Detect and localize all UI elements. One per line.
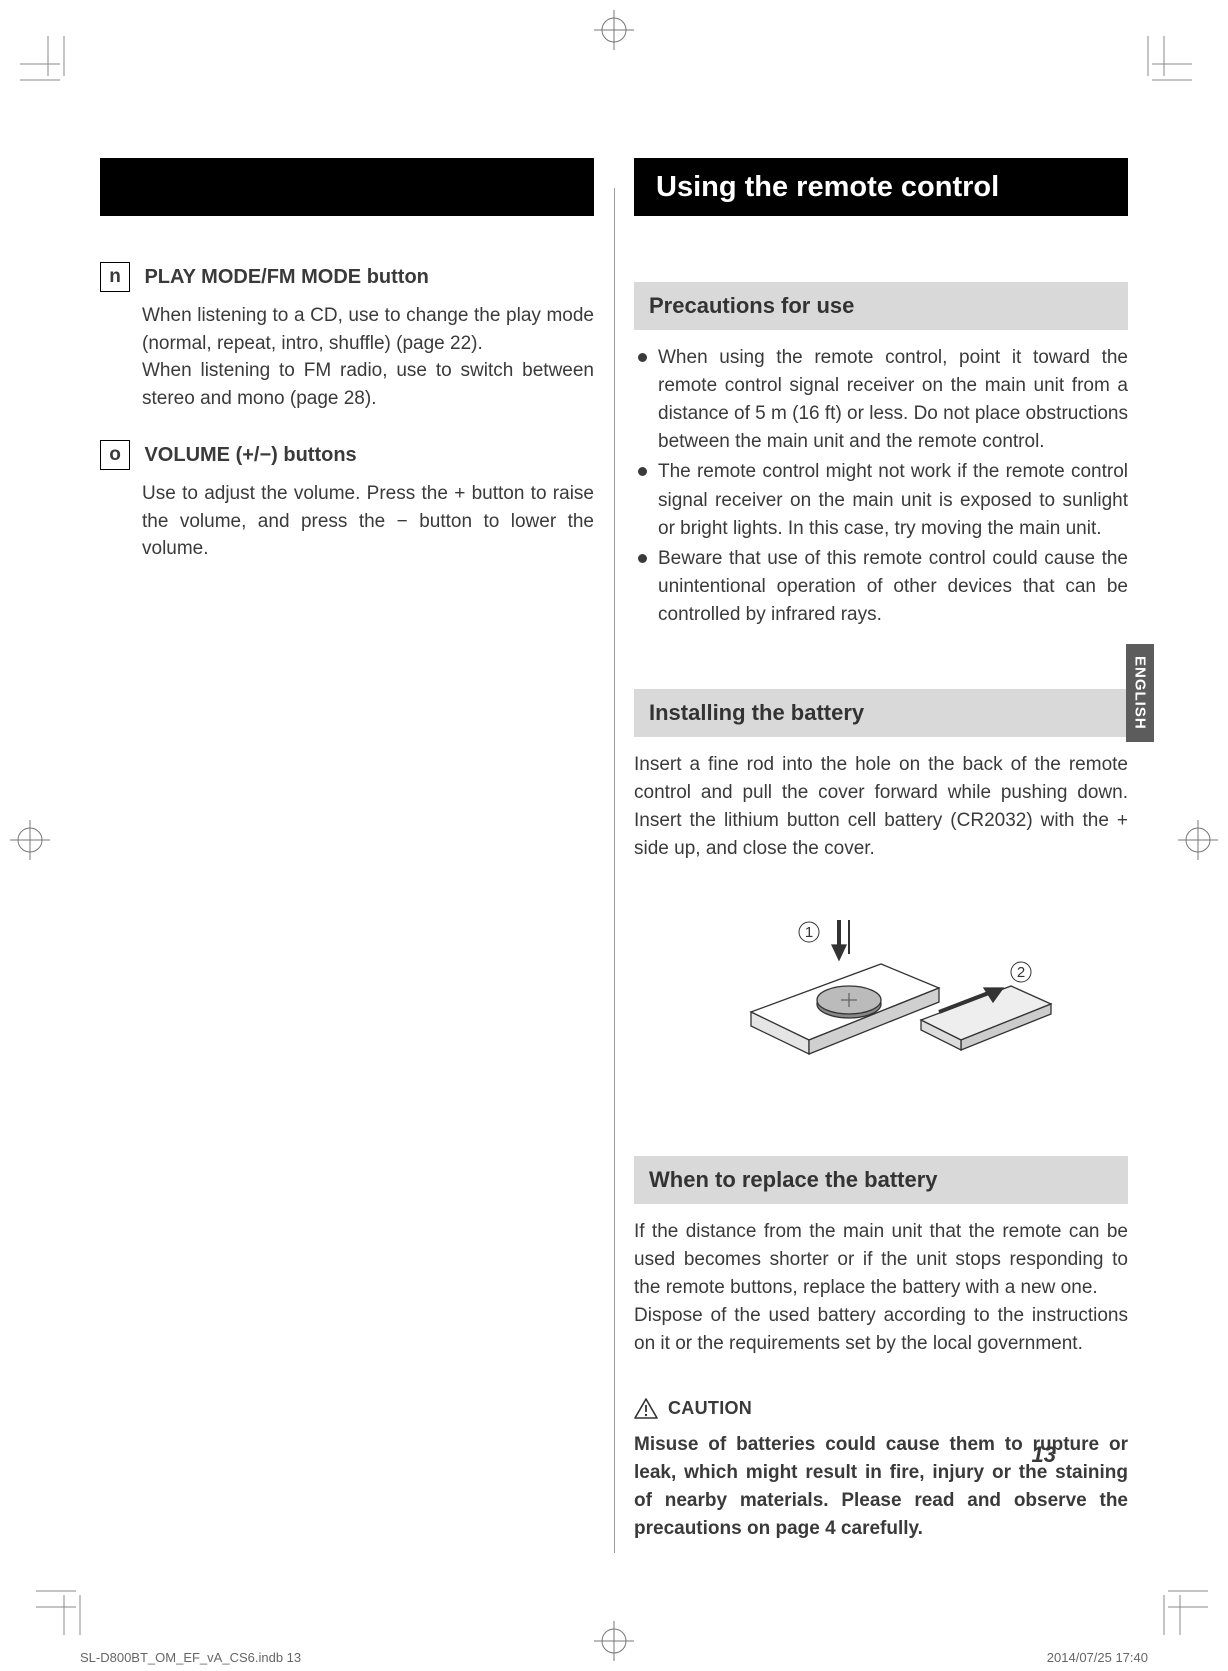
section-body: If the distance from the main unit that … [634,1218,1128,1359]
right-column: Using the remote control Precautions for… [634,158,1128,1553]
callout-1: 1 [805,924,813,941]
item-body: Use to adjust the volume. Press the + bu… [142,480,594,563]
main-heading: Using the remote control [656,171,999,204]
crop-mark-icon [20,36,80,96]
item-title: PLAY MODE/FM MODE button [144,262,428,292]
item-o: o VOLUME (+/−) buttons Use to adjust the… [100,440,594,563]
item-body: When listening to a CD, use to change th… [142,302,594,412]
battery-diagram: 1 2 [634,892,1128,1092]
registration-mark-right [1178,820,1218,860]
crop-mark-icon [1148,1575,1208,1635]
item-letter-box: o [100,440,130,470]
registration-mark-top [594,10,634,50]
left-column: n PLAY MODE/FM MODE button When listenin… [100,158,594,1553]
item-title: VOLUME (+/−) buttons [144,440,356,470]
section-body: Insert a fine rod into the hole on the b… [634,751,1128,863]
caution-row: CAUTION [634,1398,1128,1419]
crop-mark-icon [36,1575,96,1635]
left-black-band [100,158,594,216]
footer-filename: SL-D800BT_OM_EF_vA_CS6.indb 13 [80,1650,301,1665]
caution-label: CAUTION [668,1398,752,1419]
footer-datetime: 2014/07/25 17:40 [1047,1650,1148,1665]
warning-triangle-icon [634,1398,658,1419]
installing-section: Installing the battery Insert a fine rod… [634,689,1128,1091]
main-heading-band: Using the remote control [634,158,1128,216]
section-heading: Installing the battery [634,689,1128,737]
section-heading: When to replace the battery [634,1156,1128,1204]
section-heading: Precautions for use [634,282,1128,330]
list-item: The remote control might not work if the… [634,458,1128,542]
crop-mark-icon [1132,36,1192,96]
registration-mark-bottom [594,1621,634,1661]
item-n: n PLAY MODE/FM MODE button When listenin… [100,262,594,412]
precautions-section: Precautions for use When using the remot… [634,282,1128,629]
column-separator [594,158,634,1553]
callout-2: 2 [1017,964,1025,981]
language-tab: ENGLISH [1126,644,1154,742]
precautions-list: When using the remote control, point it … [634,344,1128,629]
replace-section: When to replace the battery If the dista… [634,1156,1128,1544]
list-item: Beware that use of this remote control c… [634,545,1128,629]
list-item: When using the remote control, point it … [634,344,1128,456]
item-letter-box: n [100,262,130,292]
page-number: 13 [1032,1442,1056,1468]
registration-mark-left [10,820,50,860]
